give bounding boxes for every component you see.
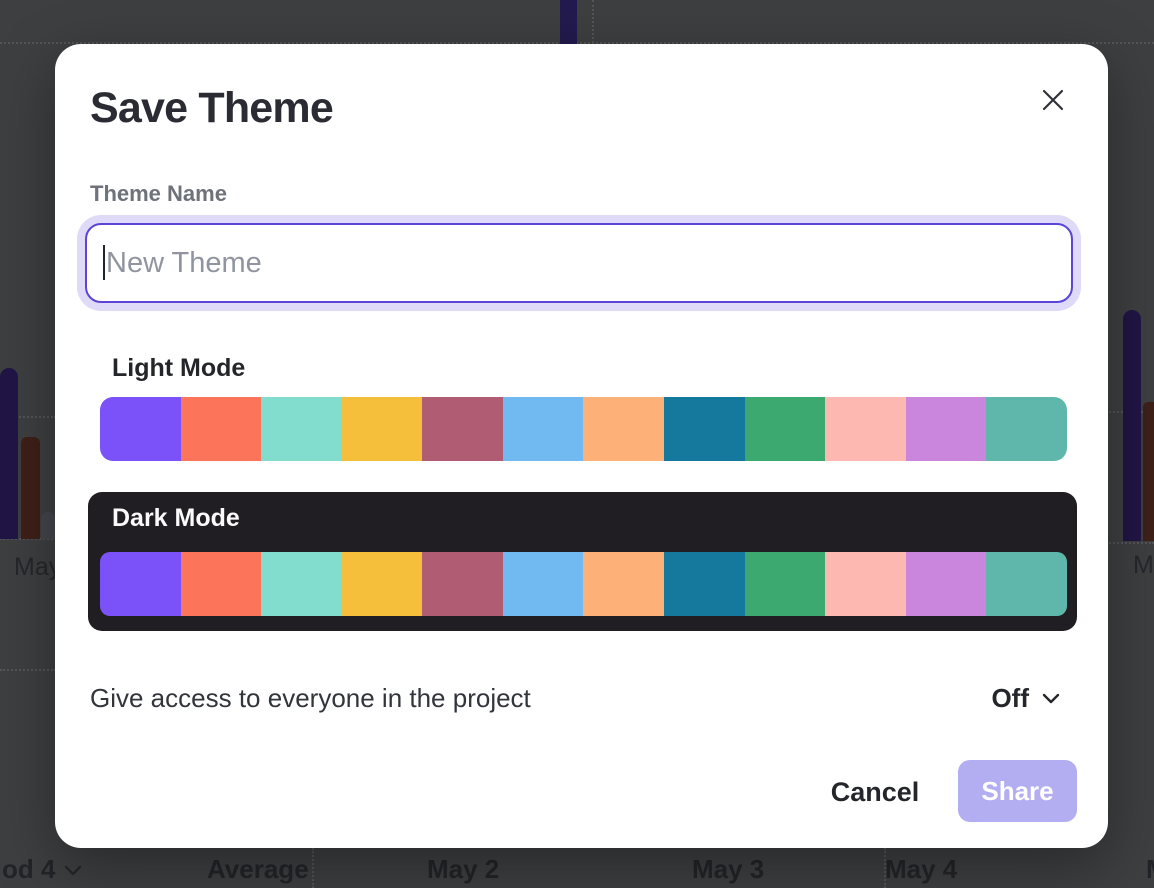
chevron-down-icon	[1042, 693, 1060, 704]
chart-bar	[0, 368, 18, 539]
palette-swatch	[583, 397, 664, 461]
palette-swatch	[261, 397, 342, 461]
gridline-horizontal	[0, 669, 56, 671]
theme-name-field	[85, 223, 1073, 303]
palette-swatch	[342, 552, 423, 616]
dark-mode-preview: Dark Mode	[88, 492, 1077, 631]
palette-swatch	[583, 552, 664, 616]
palette-swatch	[825, 397, 906, 461]
palette-swatch	[503, 552, 584, 616]
chart-bar	[560, 0, 577, 44]
period-dropdown-label: od 4	[2, 854, 55, 885]
cancel-button[interactable]: Cancel	[815, 777, 935, 807]
chevron-down-icon	[64, 863, 82, 881]
theme-name-label: Theme Name	[90, 181, 227, 207]
light-mode-label: Light Mode	[112, 354, 245, 383]
access-label: Give access to everyone in the project	[90, 683, 531, 714]
dark-mode-label: Dark Mode	[112, 504, 240, 533]
palette-swatch	[906, 552, 987, 616]
screen: May Ma od 4 Average May 2 May 3 May 4 M …	[0, 0, 1154, 888]
palette-swatch	[181, 397, 262, 461]
x-axis-label-right: Ma	[1133, 551, 1154, 580]
palette-swatch	[422, 397, 503, 461]
gridline-vertical	[312, 848, 314, 888]
dark-mode-palette	[100, 552, 1067, 616]
text-caret	[103, 245, 105, 280]
access-dropdown[interactable]: Off	[991, 683, 1060, 714]
chart-bar	[1123, 310, 1141, 541]
gridline-vertical	[592, 0, 594, 43]
palette-swatch	[745, 397, 826, 461]
save-theme-modal: Save Theme Theme Name Light Mode Dark Mo…	[55, 44, 1108, 848]
palette-swatch	[422, 552, 503, 616]
palette-swatch	[825, 552, 906, 616]
column-header-may2: May 2	[427, 854, 499, 885]
column-header-average: Average	[207, 854, 309, 885]
palette-swatch	[906, 397, 987, 461]
column-header-may4: May 4	[885, 854, 957, 885]
x-icon	[1040, 87, 1066, 116]
theme-name-input[interactable]	[87, 225, 1071, 301]
palette-swatch	[664, 397, 745, 461]
palette-swatch	[100, 397, 181, 461]
palette-swatch	[261, 552, 342, 616]
palette-swatch	[100, 552, 181, 616]
light-mode-palette	[100, 397, 1067, 461]
palette-swatch	[181, 552, 262, 616]
column-header-may3: May 3	[692, 854, 764, 885]
modal-title: Save Theme	[90, 84, 333, 133]
chart-bar	[21, 437, 40, 539]
access-row: Give access to everyone in the project O…	[90, 680, 1060, 716]
close-button[interactable]	[1033, 81, 1073, 121]
column-header-edge: M	[1146, 854, 1154, 885]
chart-bar	[41, 512, 55, 539]
palette-swatch	[986, 552, 1067, 616]
palette-swatch	[503, 397, 584, 461]
share-button[interactable]: Share	[958, 760, 1077, 822]
access-dropdown-value: Off	[991, 683, 1029, 714]
palette-swatch	[986, 397, 1067, 461]
axis-baseline-right	[1106, 542, 1154, 544]
palette-swatch	[342, 397, 423, 461]
palette-swatch	[745, 552, 826, 616]
palette-swatch	[664, 552, 745, 616]
chart-bar	[1143, 402, 1154, 541]
